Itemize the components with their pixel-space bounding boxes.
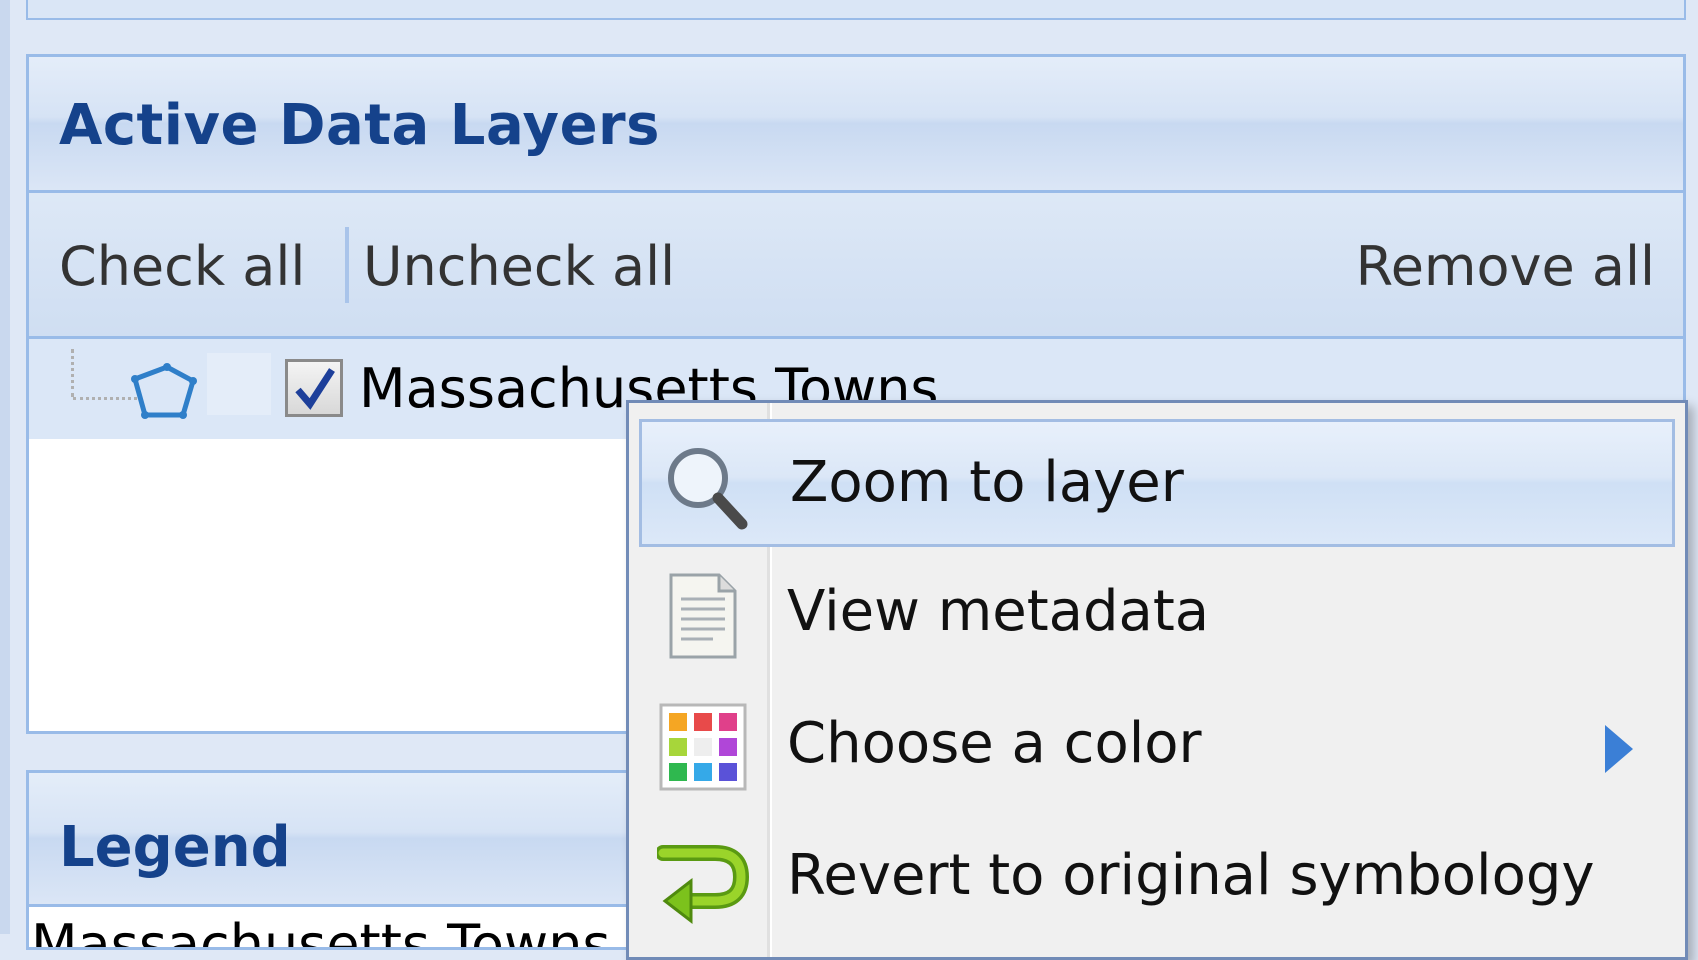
- menu-item-zoom-to-layer[interactable]: Zoom to layer: [639, 419, 1675, 547]
- menu-label: Zoom to layer: [790, 450, 1184, 515]
- menu-item-choose-a-color[interactable]: Choose a color: [639, 683, 1675, 811]
- toolbar-separator: [345, 227, 349, 303]
- revert-arrow-icon: [657, 845, 749, 925]
- remove-all-button[interactable]: Remove all: [1356, 235, 1655, 298]
- menu-label: Choose a color: [787, 711, 1202, 776]
- panel-header[interactable]: Active Data Layers: [29, 57, 1683, 193]
- polygon-icon: [131, 363, 197, 419]
- color-palette-icon: [659, 703, 747, 791]
- document-icon: [669, 573, 737, 659]
- layer-swatch: [207, 353, 271, 415]
- menu-label: Revert to original symbology: [787, 843, 1595, 908]
- submenu-arrow-icon: [1605, 725, 1633, 773]
- previous-panel-bottom: [26, 0, 1686, 20]
- layer-context-menu: Zoom to layer View metadata Choose a col…: [626, 400, 1688, 960]
- menu-item-revert-symbology[interactable]: Revert to original symbology: [639, 815, 1675, 943]
- menu-item-view-metadata[interactable]: View metadata: [639, 551, 1675, 679]
- checkmark-icon: [295, 368, 335, 410]
- menu-label: View metadata: [787, 579, 1210, 644]
- layer-checkbox[interactable]: [285, 359, 343, 417]
- legend-entry: Massachusetts Towns: [31, 913, 611, 950]
- tree-connector: [71, 349, 74, 397]
- uncheck-all-button[interactable]: Uncheck all: [363, 235, 675, 298]
- check-all-button[interactable]: Check all: [59, 235, 305, 298]
- magnifier-icon: [668, 448, 748, 530]
- legend-title: Legend: [59, 815, 291, 880]
- layers-toolbar: Check all Uncheck all Remove all: [29, 193, 1683, 339]
- window-left-border: [0, 0, 10, 934]
- panel-title: Active Data Layers: [59, 93, 660, 158]
